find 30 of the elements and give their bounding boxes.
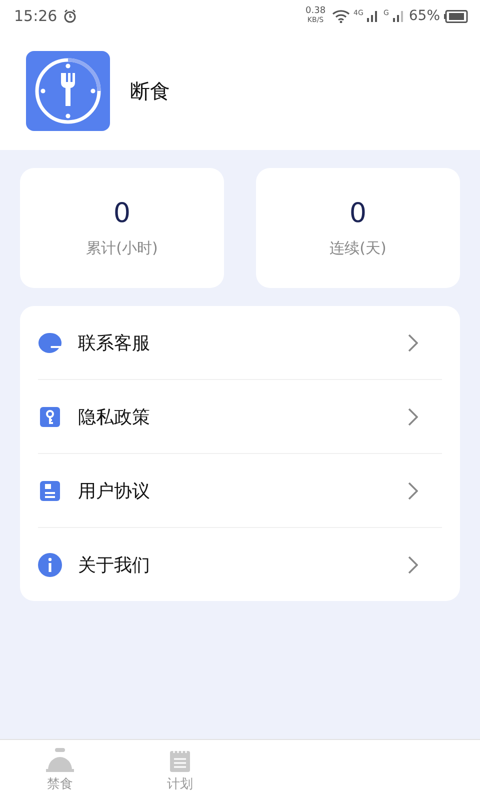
stat-value: 0 xyxy=(113,198,131,229)
menu-item[interactable]: 隐私政策 xyxy=(38,380,442,454)
stat-label: 累计(小时) xyxy=(86,239,158,258)
status-time: 15:26 xyxy=(14,7,58,25)
wifi-icon xyxy=(332,10,350,22)
chevron-right-icon xyxy=(408,408,418,426)
menu-label: 联系客服 xyxy=(78,332,151,354)
chevron-right-icon xyxy=(408,482,418,500)
menu-label: 隐私政策 xyxy=(78,406,151,428)
menu-item[interactable]: 联系客服 xyxy=(38,306,442,380)
app-title: 断食 xyxy=(130,78,170,104)
menu-item[interactable]: 用户协议 xyxy=(38,454,442,528)
chevron-right-icon xyxy=(408,334,418,352)
menu-item[interactable]: 关于我们 xyxy=(38,528,442,601)
battery-level: 65% xyxy=(408,8,440,24)
info-icon xyxy=(38,552,62,576)
menu-label: 用户协议 xyxy=(78,480,151,502)
document-icon xyxy=(38,480,62,500)
stat-value: 0 xyxy=(349,198,367,229)
alarm-icon xyxy=(63,9,78,23)
stat-label: 连续(天) xyxy=(330,239,386,258)
chevron-right-icon xyxy=(408,556,418,574)
signal-icon xyxy=(392,10,405,22)
cloche-icon xyxy=(46,748,74,772)
app-logo-icon xyxy=(26,51,110,131)
battery-icon xyxy=(444,10,468,22)
signal-icon xyxy=(367,10,380,22)
key-icon xyxy=(38,406,62,426)
menu-label: 关于我们 xyxy=(78,554,151,576)
chat-bubble-icon xyxy=(38,332,62,354)
